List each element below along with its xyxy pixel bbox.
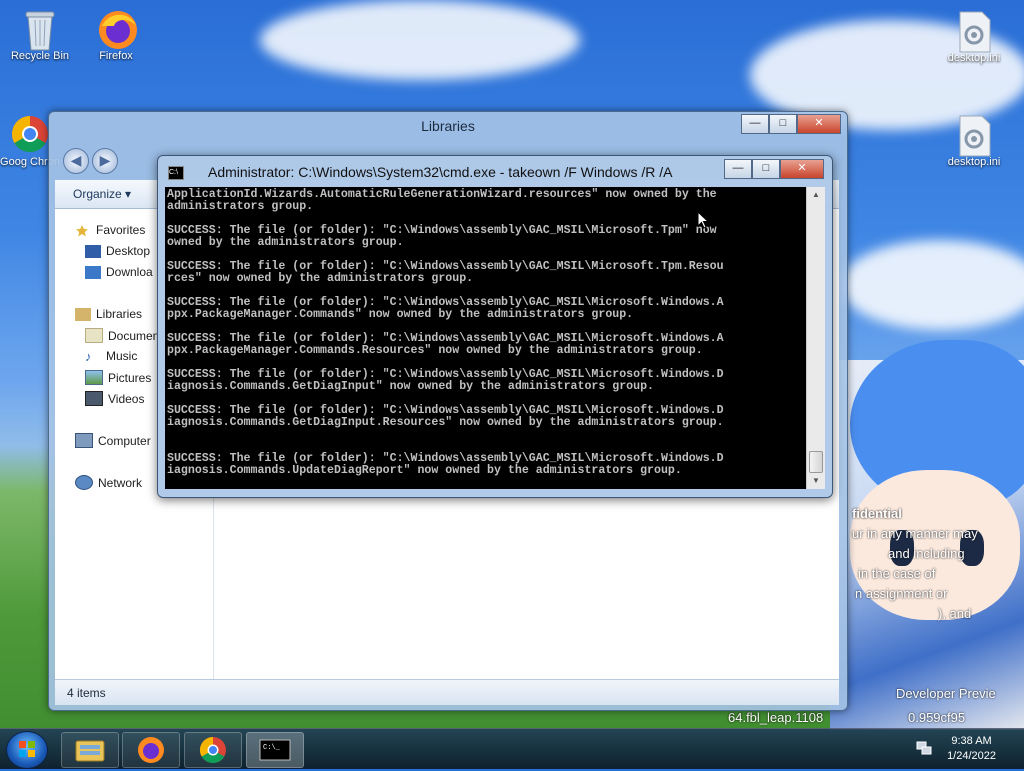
cmd-window-controls: — □ ✕ (724, 159, 824, 179)
watermark-line: ), and (938, 606, 972, 621)
nav-item-label: Computer (98, 433, 151, 448)
videos-icon (85, 391, 103, 406)
navigation-buttons: ◀ ▶ (63, 148, 118, 174)
watermark-line: and including (888, 546, 965, 561)
nav-item-label: Favorites (96, 223, 146, 237)
nav-item-music[interactable]: ♪ Music (85, 349, 137, 363)
maximize-button[interactable]: □ (769, 114, 797, 134)
desktop-icon-label: Recycle Bin (10, 50, 70, 62)
star-icon (75, 224, 91, 237)
mouse-cursor-icon (697, 210, 710, 232)
start-button[interactable] (6, 731, 48, 769)
cmd-title: Administrator: C:\Windows\System32\cmd.e… (208, 164, 673, 180)
downloads-folder-icon (85, 265, 101, 279)
nav-item-documents[interactable]: Documen (85, 328, 159, 343)
desktop-icon-desktop-ini[interactable]: desktop.ini (936, 114, 1012, 168)
cloud (260, 0, 580, 80)
desktop-icon-label: desktop.ini (947, 156, 1001, 168)
scroll-up-arrow-icon[interactable]: ▲ (807, 187, 825, 203)
desktop-icon-recycle-bin[interactable]: Recycle Bin (2, 8, 78, 62)
taskbar: C:\_ 9:38 AM 1/24/2022 (0, 728, 1024, 769)
console-output-area[interactable]: ApplicationId.Wizards.AutomaticRuleGener… (165, 187, 806, 489)
svg-text:C:\_: C:\_ (263, 744, 281, 752)
nav-item-network[interactable]: Network (75, 475, 142, 490)
nav-item-computer[interactable]: Computer (75, 433, 151, 448)
documents-icon (85, 328, 103, 343)
maximize-button[interactable]: □ (752, 159, 780, 179)
nav-item-label: Documen (108, 328, 160, 343)
wallpaper-character (830, 340, 1024, 730)
nav-item-label: Pictures (108, 370, 152, 385)
desktop-icon-label: Firefox (99, 50, 133, 62)
libraries-icon (75, 307, 91, 321)
watermark-line: 64.fbl_leap.1108 (728, 710, 824, 725)
watermark-line: fidential (852, 506, 902, 521)
pictures-icon (85, 370, 103, 385)
watermark-line: ur in any manner may (852, 526, 978, 541)
scroll-down-arrow-icon[interactable]: ▼ (807, 473, 825, 489)
nav-item-label: Network (98, 475, 143, 490)
desktop-icon-desktop-ini[interactable]: desktop.ini (936, 10, 1012, 64)
close-button[interactable]: ✕ (780, 159, 824, 179)
computer-icon (75, 433, 93, 448)
close-button[interactable]: ✕ (797, 114, 841, 134)
nav-item-downloads[interactable]: Downloa (85, 265, 153, 279)
item-count: 4 items (67, 686, 106, 700)
minimize-button[interactable]: — (724, 159, 752, 179)
clock-time: 9:38 AM (951, 735, 992, 747)
watermark-line: in the case of (858, 566, 936, 581)
console-output: ApplicationId.Wizards.AutomaticRuleGener… (167, 188, 724, 477)
network-icon (75, 475, 93, 490)
explorer-title: Libraries (421, 118, 475, 134)
desktop-icon-label: desktop.ini (947, 52, 1001, 64)
chrome-icon (10, 114, 50, 154)
settings-file-icon (954, 114, 994, 157)
network-tray-icon[interactable] (916, 741, 932, 758)
taskbar-firefox[interactable] (122, 732, 180, 768)
firefox-icon (96, 8, 137, 49)
nav-item-label: Desktop (106, 244, 151, 258)
taskbar-cmd[interactable]: C:\_ (246, 732, 304, 768)
recycle-bin-icon (20, 8, 60, 51)
cmd-window-icon: C:\ (168, 166, 184, 180)
forward-arrow-icon[interactable]: ▶ (92, 148, 118, 174)
clock-date: 1/24/2022 (947, 750, 996, 762)
nav-item-pictures[interactable]: Pictures (85, 370, 151, 385)
taskbar-clock[interactable]: 9:38 AM 1/24/2022 (947, 734, 996, 764)
music-icon: ♪ (85, 348, 92, 364)
cloud (840, 240, 1024, 330)
taskbar-chrome[interactable] (184, 732, 242, 768)
desktop-icon-firefox[interactable]: Firefox (78, 8, 154, 62)
nav-item-libraries[interactable]: Libraries (75, 307, 142, 321)
nav-item-desktop[interactable]: Desktop (85, 244, 150, 258)
taskbar-explorer[interactable] (61, 732, 119, 768)
organize-button[interactable]: Organize ▾ (73, 187, 131, 201)
watermark-line: Developer Previe (896, 686, 996, 701)
watermark-line: n assignment or (855, 586, 948, 601)
settings-file-icon (954, 10, 994, 53)
nav-item-label: Videos (108, 391, 145, 406)
nav-item-favorites[interactable]: Favorites (75, 223, 145, 237)
watermark-line: 0.959cf95 (908, 710, 966, 725)
nav-item-label: Music (106, 349, 138, 363)
nav-item-videos[interactable]: Videos (85, 391, 144, 406)
back-arrow-icon[interactable]: ◀ (63, 148, 89, 174)
explorer-status-bar: 4 items (55, 679, 839, 705)
explorer-window-controls: — □ ✕ (741, 114, 841, 134)
vertical-scrollbar[interactable]: ▲ ▼ (806, 187, 825, 489)
scrollbar-thumb[interactable] (809, 451, 823, 473)
nav-item-label: Libraries (96, 307, 143, 321)
nav-item-label: Downloa (106, 265, 153, 279)
cmd-window[interactable]: C:\ Administrator: C:\Windows\System32\c… (157, 155, 833, 498)
desktop-folder-icon (85, 244, 101, 258)
minimize-button[interactable]: — (741, 114, 769, 134)
